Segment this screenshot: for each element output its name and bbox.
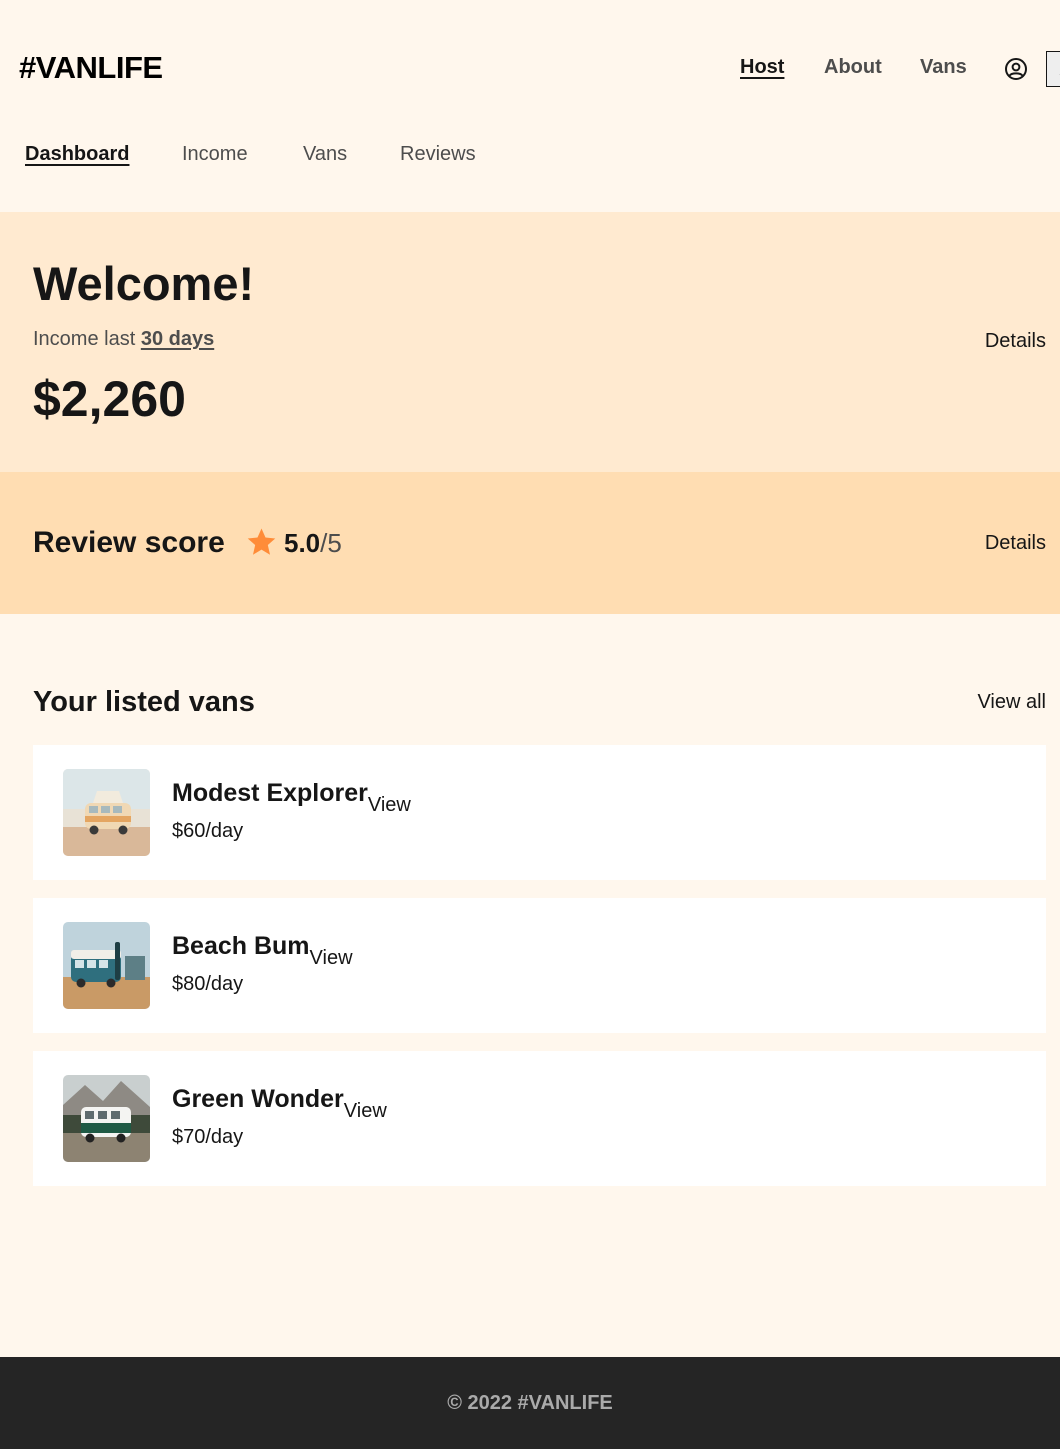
income-amount: $2,260 — [33, 371, 186, 427]
score-out-of: /5 — [320, 528, 342, 558]
van-name: Modest Explorer — [172, 779, 368, 807]
view-all-link[interactable]: View all — [977, 691, 1046, 714]
van-card: Beach BumView $80/day — [33, 898, 1046, 1033]
income-period-link[interactable]: 30 days — [141, 328, 214, 350]
van-price: $80/day — [172, 973, 244, 995]
site-logo[interactable]: #VANLIFE — [19, 50, 163, 86]
listed-vans-title: Your listed vans — [33, 686, 255, 718]
review-score-value: 5.0/5 — [284, 528, 342, 559]
user-circle-icon[interactable] — [1004, 57, 1028, 81]
van-view-link[interactable]: View — [344, 1100, 387, 1122]
van-name: Green Wonder — [172, 1085, 344, 1113]
site-footer: © 2022 #VANLIFE — [0, 1357, 1060, 1449]
van-info: Beach BumView $80/day — [172, 932, 353, 996]
van-image-beach-bum — [63, 922, 150, 1009]
van-image-green-wonder — [63, 1075, 150, 1162]
review-score-section: Review score 5.0/5 Details — [0, 472, 1060, 614]
host-nav-dashboard[interactable]: Dashboard — [25, 143, 129, 166]
van-info: Modest ExplorerView $60/day — [172, 779, 411, 843]
star-icon — [245, 526, 278, 559]
van-view-link[interactable]: View — [368, 794, 411, 816]
site-header: #VANLIFE Host About Vans X — [0, 0, 1060, 135]
logout-button[interactable]: X — [1046, 51, 1060, 87]
footer-copyright: © 2022 #VANLIFE — [447, 1391, 613, 1414]
host-nav-reviews[interactable]: Reviews — [400, 143, 476, 166]
van-price: $60/day — [172, 820, 244, 842]
income-label-prefix: Income last — [33, 328, 141, 350]
welcome-section: Welcome! Income last 30 days $2,260 Deta… — [0, 212, 1060, 472]
nav-vans-link[interactable]: Vans — [920, 56, 967, 79]
review-details-link[interactable]: Details — [985, 532, 1046, 555]
income-label: Income last 30 days — [33, 328, 214, 351]
nav-host-link[interactable]: Host — [740, 56, 784, 79]
van-card: Green WonderView $70/day — [33, 1051, 1046, 1186]
welcome-title: Welcome! — [33, 257, 255, 310]
review-score-title: Review score — [33, 526, 225, 559]
host-nav-vans[interactable]: Vans — [303, 143, 347, 166]
van-view-link[interactable]: View — [310, 947, 353, 969]
van-card: Modest ExplorerView $60/day — [33, 745, 1046, 880]
nav-about-link[interactable]: About — [824, 56, 882, 79]
host-nav-income[interactable]: Income — [182, 143, 248, 166]
income-details-link[interactable]: Details — [985, 330, 1046, 353]
van-info: Green WonderView $70/day — [172, 1085, 387, 1149]
van-image-modest-explorer — [63, 769, 150, 856]
van-name: Beach Bum — [172, 932, 310, 960]
score-number: 5.0 — [284, 528, 321, 558]
van-price: $70/day — [172, 1126, 244, 1148]
